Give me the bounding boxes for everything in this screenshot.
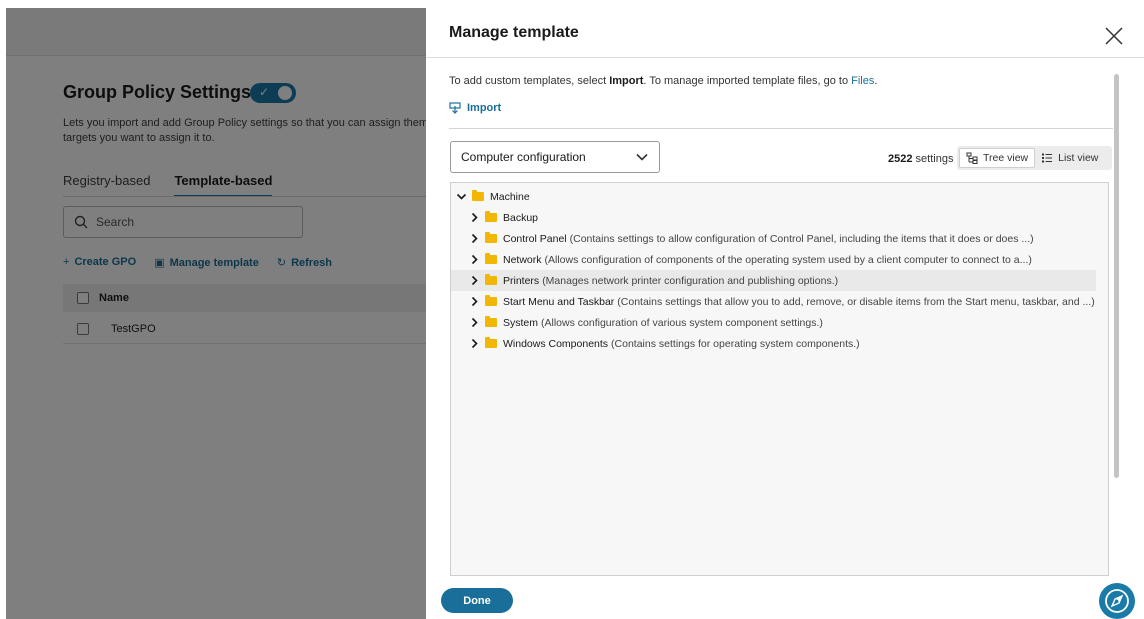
files-link[interactable]: Files — [851, 75, 874, 87]
folder-icon — [485, 253, 497, 264]
settings-count: 2522 settings — [888, 153, 954, 165]
tree-item-windows-components[interactable]: Windows Components (Contains settings for… — [451, 333, 1096, 354]
import-button[interactable]: Import — [449, 102, 501, 114]
folder-icon — [485, 211, 497, 222]
list-view-button[interactable]: List view — [1035, 148, 1104, 168]
tree-view-button[interactable]: Tree view — [959, 148, 1036, 168]
folder-icon — [485, 337, 497, 348]
folder-icon — [485, 232, 497, 243]
tree-item-system[interactable]: System (Allows configuration of various s… — [451, 312, 1096, 333]
chevron-right-icon[interactable] — [467, 338, 481, 349]
chevron-right-icon[interactable] — [467, 275, 481, 286]
tree-item-printers[interactable]: Printers (Manages network printer configu… — [451, 270, 1096, 291]
tree-view-icon — [966, 152, 978, 164]
panel-scrollbar[interactable] — [1114, 74, 1119, 478]
chevron-right-icon[interactable] — [467, 212, 481, 223]
import-icon — [449, 102, 461, 114]
chevron-down-icon[interactable] — [454, 191, 468, 202]
view-toggle: Tree view List view — [957, 146, 1112, 170]
navigation-icon — [1105, 589, 1129, 613]
done-button[interactable]: Done — [441, 588, 513, 613]
tree-item-control-panel[interactable]: Control Panel (Contains settings to allow… — [451, 228, 1096, 249]
panel-header: Manage template — [426, 8, 1144, 58]
configuration-select[interactable]: Computer configuration — [450, 141, 660, 173]
panel-title: Manage template — [449, 24, 579, 41]
modal-backdrop[interactable] — [6, 8, 426, 619]
tree-item-start-menu-and-taskbar[interactable]: Start Menu and Taskbar (Contains settings… — [451, 291, 1096, 312]
tree-item-network[interactable]: Network (Allows configuration of componen… — [451, 249, 1096, 270]
manage-template-panel: Manage template To add custom templates,… — [426, 8, 1144, 619]
chevron-right-icon[interactable] — [467, 254, 481, 265]
tree-item-machine[interactable]: Machine — [451, 186, 1096, 207]
close-icon[interactable] — [1104, 26, 1124, 46]
chevron-right-icon[interactable] — [467, 296, 481, 307]
folder-icon — [485, 274, 497, 285]
tree-item-backup[interactable]: Backup — [451, 207, 1096, 228]
navigation-button[interactable] — [1099, 583, 1135, 619]
settings-tree: Machine Backup Control Panel (Contains se… — [450, 182, 1109, 576]
chevron-down-icon — [636, 153, 648, 161]
folder-icon — [472, 190, 484, 201]
chevron-right-icon[interactable] — [467, 317, 481, 328]
chevron-right-icon[interactable] — [467, 233, 481, 244]
folder-icon — [485, 316, 497, 327]
list-view-icon — [1042, 153, 1053, 163]
intro-text: To add custom templates, select Import. … — [449, 75, 878, 87]
folder-icon — [485, 295, 497, 306]
divider — [449, 128, 1113, 129]
